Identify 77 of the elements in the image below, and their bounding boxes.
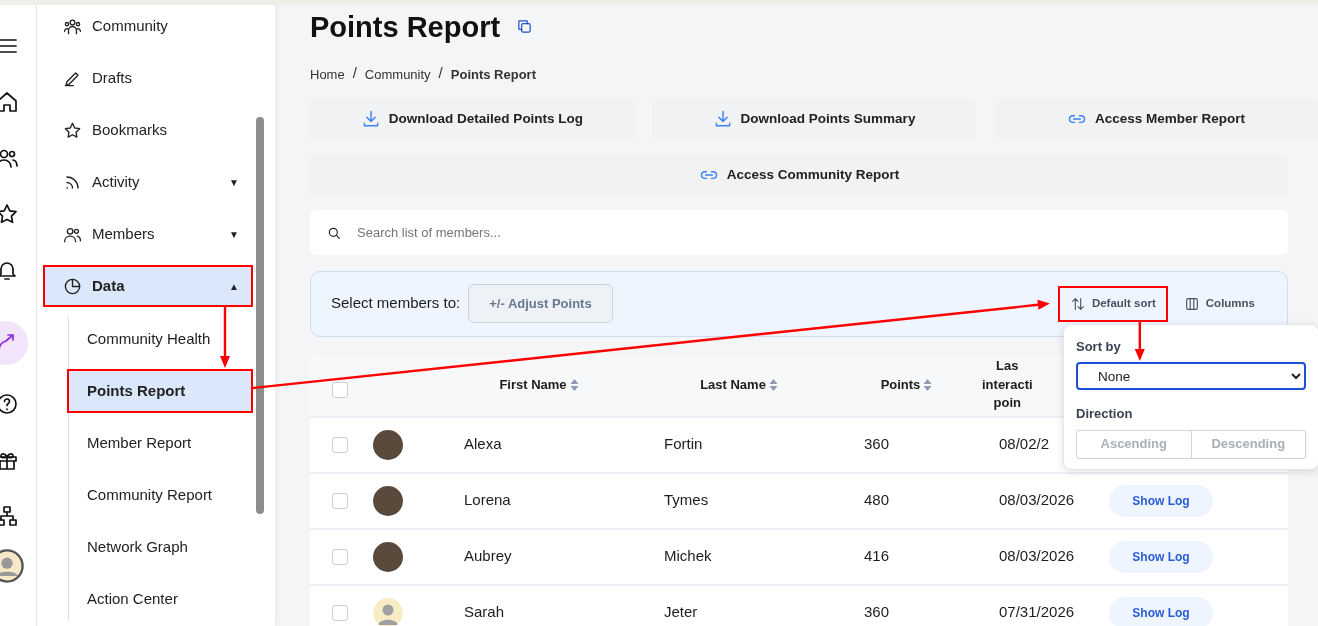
sort-by-label: Sort by [1076, 337, 1122, 356]
copy-icon [516, 17, 534, 35]
table-cell: 360 [864, 603, 890, 621]
sidebar-item[interactable]: Bookmarks [43, 109, 253, 151]
sidebar-subitem[interactable]: Member Report [67, 421, 253, 465]
star-icon [63, 120, 82, 140]
table-cell: Fortin [664, 435, 703, 453]
group-icon [63, 16, 82, 36]
direction-label: Direction [1076, 405, 1134, 423]
search-field[interactable]: Search list of members... [310, 209, 1288, 255]
default-avatar-icon [373, 597, 403, 626]
table-cell: Sarah [464, 603, 505, 621]
show-log-button[interactable]: Show Log [1109, 540, 1213, 573]
sidebar-item[interactable]: Members ▼ [43, 213, 253, 255]
table-cell: Alexa [464, 435, 502, 453]
table-cell: 08/03/2026 [999, 547, 1075, 565]
caret-icon: ▼ [229, 226, 239, 242]
row-checkbox[interactable] [332, 548, 348, 565]
avatar-icon [0, 547, 24, 585]
sidebar-item[interactable]: Community [43, 5, 253, 47]
hierarchy-icon [0, 504, 19, 528]
annotation-arrow [1134, 321, 1145, 361]
row-checkbox[interactable] [332, 492, 348, 509]
page-title: Points Report [310, 10, 501, 45]
sort-button[interactable]: Default sort [1057, 285, 1168, 322]
table-cell: Lorena [464, 491, 511, 509]
sort-arrows-icon [1069, 295, 1086, 312]
help-icon [0, 392, 19, 416]
column-header[interactable]: Las interacti poin [982, 356, 1033, 414]
table-cell: 08/02/2 [999, 435, 1050, 453]
breadcrumb-link[interactable]: Home [310, 65, 345, 85]
row-checkbox[interactable] [332, 436, 348, 453]
sidebar-item[interactable]: Drafts [43, 57, 253, 99]
column-header[interactable]: Last Name [700, 375, 766, 395]
sort-icon[interactable] [923, 378, 933, 392]
photo-placeholder [373, 541, 403, 572]
breadcrumb-link[interactable]: Community [364, 65, 431, 85]
caret-icon: ▼ [229, 174, 239, 190]
table-cell: 08/03/2026 [999, 491, 1075, 509]
row-checkbox[interactable] [332, 604, 348, 621]
sidebar-item[interactable]: Data ▲ [43, 265, 253, 307]
column-header[interactable]: Points [880, 375, 921, 395]
show-log-button[interactable]: Show Log [1109, 484, 1213, 517]
photo-placeholder [373, 429, 403, 460]
sidebar-subitem[interactable]: Action Center [67, 577, 253, 621]
avatar-nav-button[interactable] [0, 549, 24, 583]
sort-by-dropdown[interactable]: None [1076, 362, 1306, 390]
table-cell: 360 [864, 435, 890, 453]
photo-placeholder [373, 485, 403, 516]
star-icon [0, 202, 19, 226]
columns-button[interactable]: Columns [1171, 285, 1267, 322]
table-cell: 480 [864, 491, 890, 509]
caret-icon: ▲ [229, 278, 239, 294]
table-cell: Tymes [664, 491, 709, 509]
sidebar-subitem[interactable]: Network Graph [67, 525, 253, 569]
table-cell: Aubrey [464, 547, 512, 565]
select-all-checkbox[interactable] [332, 382, 348, 398]
table-cell: Jeter [664, 603, 698, 621]
home-icon [0, 90, 19, 114]
annotation-arrow [220, 307, 230, 368]
sort-icon[interactable] [768, 378, 778, 392]
breadcrumb-separator: / [352, 65, 357, 83]
column-header[interactable]: First Name [499, 375, 567, 395]
sidebar-subitem[interactable]: Points Report [67, 369, 253, 413]
sidebar-item[interactable]: Activity ▼ [43, 161, 253, 203]
table-cell: 07/31/2026 [999, 603, 1075, 621]
table-cell: 416 [864, 547, 890, 565]
toolbar-label: Select members to: [331, 293, 461, 314]
show-log-button[interactable]: Show Log [1109, 596, 1213, 626]
breadcrumb-current: Points Report [450, 66, 536, 84]
columns-icon [1183, 295, 1200, 312]
pie-chart-icon [63, 276, 82, 296]
sidebar-subitem[interactable]: Community Report [67, 473, 253, 517]
breadcrumb-separator: / [438, 65, 443, 83]
sort-icon[interactable] [569, 378, 579, 392]
table-cell: Michek [664, 547, 712, 565]
sidebar-subitem[interactable]: Community Health [67, 317, 253, 361]
